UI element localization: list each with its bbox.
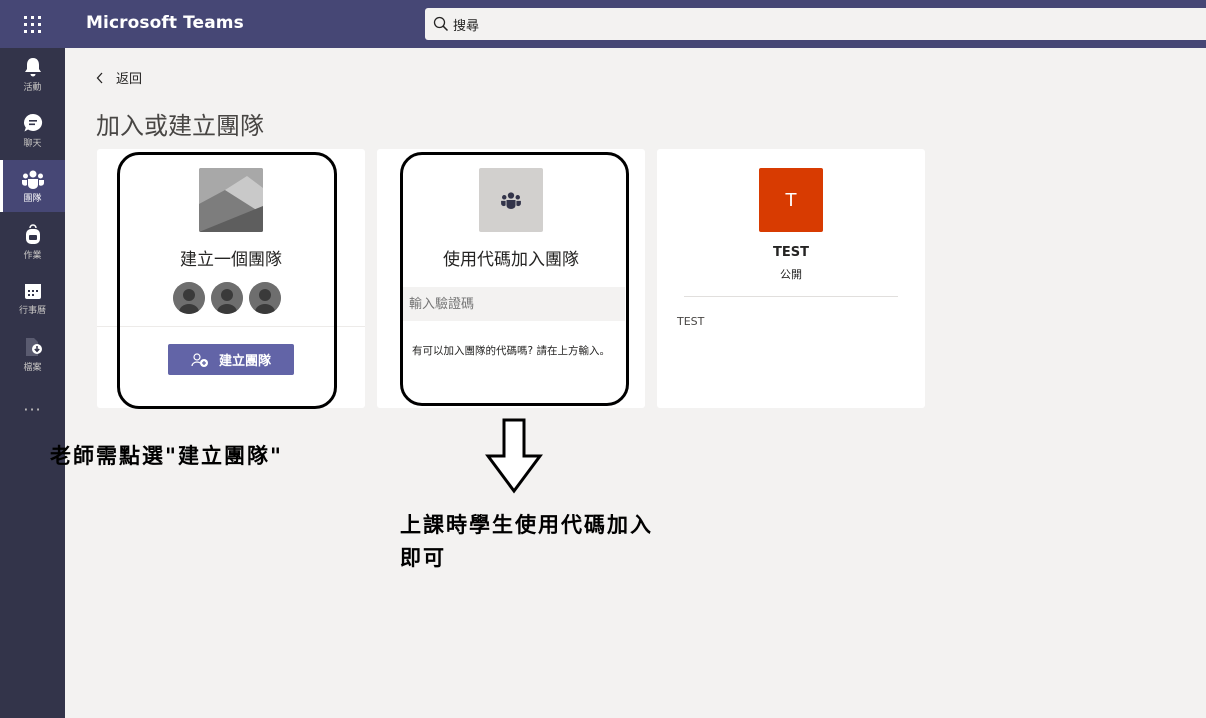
back-link[interactable]: 返回 [96,68,142,87]
search-icon [433,16,449,32]
student-annotation-line: 即可 [400,545,446,570]
chat-icon [23,113,42,131]
page-title: 加入或建立團隊 [96,112,264,140]
team-card[interactable]: T TEST 公開 TEST [657,149,925,408]
rail-item-label: 檔案 [23,362,42,373]
teams-icon [21,170,44,189]
back-label: 返回 [116,72,143,87]
backpack-icon [25,223,40,244]
down-arrow-icon [485,418,543,494]
student-annotation: 上課時學生使用代碼加入 即可 [400,508,653,574]
calendar-icon [24,283,41,299]
chevron-left-icon [96,72,103,83]
annotation-highlight-join [400,152,629,406]
app-title: Microsoft Teams [86,13,244,33]
rail-item-teams[interactable]: 團隊 [0,160,65,212]
rail-item-label: 活動 [23,82,42,93]
search-placeholder: 搜尋 [453,18,480,34]
app-launcher-button[interactable] [0,0,64,48]
student-annotation-line: 上課時學生使用代碼加入 [400,512,653,537]
search-box[interactable]: 搜尋 [425,8,1206,40]
more-apps-button[interactable]: ··· [0,400,65,419]
top-bar: Microsoft Teams 搜尋 [0,0,1206,48]
file-icon [25,337,42,356]
rail-item-files[interactable]: 檔案 [0,328,65,380]
bell-icon [24,57,41,76]
waffle-icon [23,15,41,33]
rail-item-chat[interactable]: 聊天 [0,104,65,156]
teacher-annotation: 老師需點選"建立團隊" [50,443,283,468]
team-name: TEST [773,245,809,260]
team-avatar: T [759,168,823,232]
rail-item-calendar[interactable]: 行事曆 [0,272,65,324]
rail-item-activity[interactable]: 活動 [0,48,65,100]
card-divider [684,296,898,297]
rail-item-label: 行事曆 [18,305,46,316]
rail-item-label: 團隊 [23,193,42,204]
team-description: TEST [677,315,705,328]
team-visibility: 公開 [780,268,802,281]
rail-item-label: 作業 [23,250,42,261]
annotation-highlight-create [117,152,337,409]
rail-item-label: 聊天 [23,138,42,149]
app-rail: 活動 聊天 團隊 作業 行事曆 檔案 ··· [0,48,65,718]
rail-item-assignments[interactable]: 作業 [0,216,65,268]
